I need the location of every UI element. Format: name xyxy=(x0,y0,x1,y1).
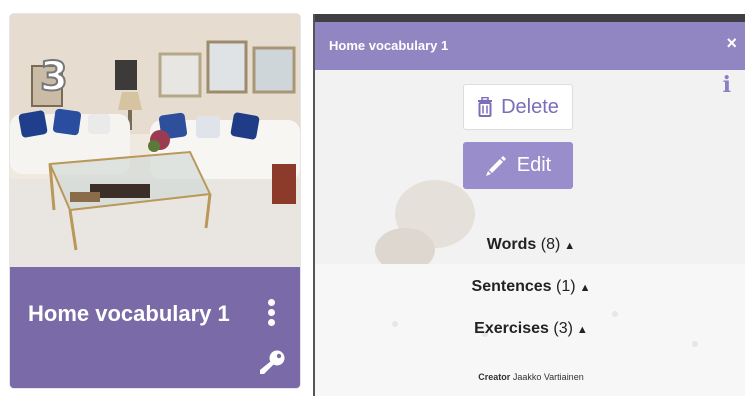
panel-top-strip xyxy=(315,14,745,22)
delete-button[interactable]: Delete xyxy=(463,84,573,130)
panel-background-image xyxy=(315,14,745,396)
creator-label: Creator xyxy=(478,372,511,382)
section-exercises-name: Exercises xyxy=(474,320,549,337)
creator-line: Creator Jaakko Vartiainen xyxy=(315,372,745,382)
trash-icon xyxy=(478,97,493,117)
edit-label: Edit xyxy=(516,154,552,176)
card-number: 3 xyxy=(39,53,69,101)
card-footer: Home vocabulary 1 xyxy=(10,267,300,388)
close-icon[interactable]: × xyxy=(726,33,737,53)
living-room-photo xyxy=(10,14,300,267)
section-sentences[interactable]: Sentences (1) ▲ xyxy=(315,278,745,296)
vocabulary-detail-panel: Home vocabulary 1 × i Delete Edit Words … xyxy=(313,14,745,396)
panel-header: Home vocabulary 1 × xyxy=(315,22,745,70)
creator-name: Jaakko Vartiainen xyxy=(512,372,584,382)
caret-up-icon: ▲ xyxy=(579,282,591,294)
info-icon[interactable]: i xyxy=(723,72,731,98)
caret-up-icon: ▲ xyxy=(576,324,588,336)
section-sentences-count: (1) xyxy=(556,278,576,295)
card-title[interactable]: Home vocabulary 1 xyxy=(28,301,230,327)
pencil-icon xyxy=(485,155,506,176)
vocabulary-card[interactable]: 3 Home vocabulary 1 xyxy=(10,14,300,388)
delete-label: Delete xyxy=(501,95,559,118)
section-exercises-count: (3) xyxy=(553,320,573,337)
section-sentences-name: Sentences xyxy=(471,278,552,295)
section-words-name: Words xyxy=(486,236,537,253)
panel-title: Home vocabulary 1 xyxy=(329,38,449,53)
section-words-count: (8) xyxy=(540,236,561,253)
key-icon[interactable] xyxy=(258,349,286,377)
section-exercises[interactable]: Exercises (3) ▲ xyxy=(315,320,745,338)
edit-button[interactable]: Edit xyxy=(463,142,573,189)
section-words[interactable]: Words (8) ▲ xyxy=(315,236,745,254)
caret-up-icon: ▲ xyxy=(564,240,576,252)
kebab-menu-icon[interactable] xyxy=(264,297,278,331)
